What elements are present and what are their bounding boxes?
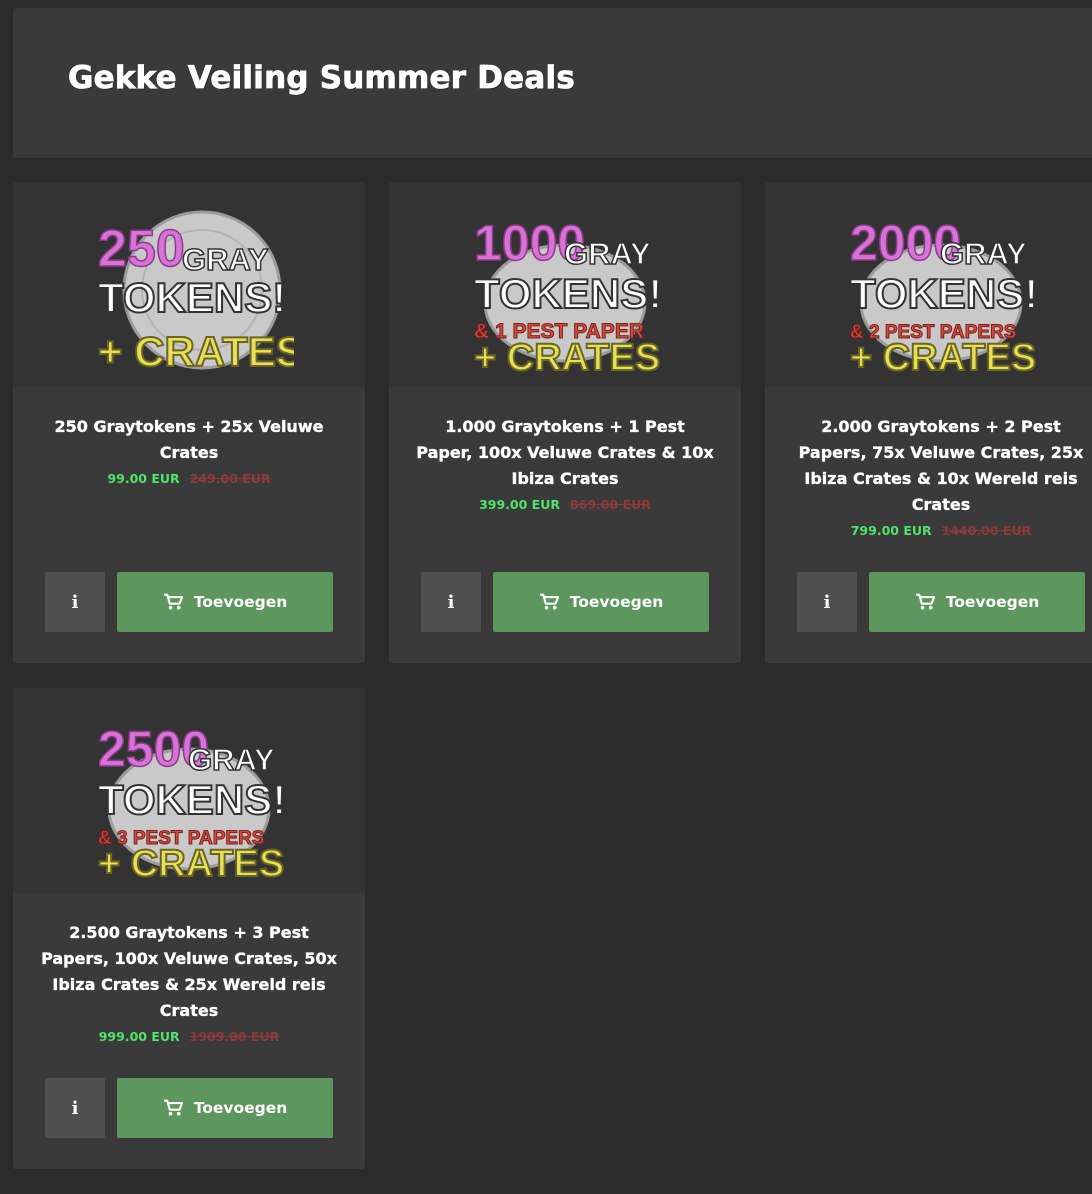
product-title: 250 Graytokens + 25x Veluwe Crates bbox=[54, 417, 324, 462]
product-image[interactable]: 2500 GRAY TOKENS! & 3 PEST PAPERS + CRAT… bbox=[13, 688, 365, 893]
price: 399.00 EUR bbox=[479, 497, 560, 512]
info-button[interactable]: i bbox=[797, 572, 857, 632]
cart-icon bbox=[915, 593, 935, 610]
old-price: 249.00 EUR bbox=[189, 471, 271, 486]
product-info: 250 Graytokens + 25x Veluwe Crates 99.00… bbox=[39, 414, 339, 492]
product-card: 2000 GRAY TOKENS! & 2 PEST PAPERS + CRAT… bbox=[765, 182, 1092, 663]
add-to-cart-button[interactable]: Toevoegen bbox=[869, 572, 1085, 632]
art-gray: GRAY bbox=[564, 236, 651, 271]
art-tokens: TOKENS! bbox=[850, 270, 1038, 317]
info-button[interactable]: i bbox=[45, 572, 105, 632]
price: 999.00 EUR bbox=[98, 1029, 180, 1044]
token-artwork: 250 GRAY TOKENS! + CRATES bbox=[97, 210, 294, 373]
price: 99.00 EUR bbox=[107, 471, 180, 486]
art-tokens: TOKENS! bbox=[474, 270, 662, 317]
page-header: Gekke Veiling Summer Deals bbox=[13, 8, 1092, 158]
add-button-label: Toevoegen bbox=[193, 593, 288, 611]
old-price: 1909.00 EUR bbox=[189, 1029, 280, 1044]
price-row: 99.00 EUR 249.00 EUR bbox=[39, 466, 339, 492]
old-price: 1440.00 EUR bbox=[941, 523, 1032, 538]
product-image[interactable]: 1000 GRAY TOKENS! & 1 PEST PAPER + CRATE… bbox=[389, 182, 741, 387]
art-crates: + CRATES bbox=[850, 337, 1036, 373]
product-title: 2.000 Graytokens + 2 Pest Papers, 75x Ve… bbox=[798, 417, 1084, 514]
price-row: 999.00 EUR 1909.00 EUR bbox=[39, 1024, 339, 1050]
art-crates: + CRATES bbox=[98, 328, 294, 373]
add-to-cart-button[interactable]: Toevoegen bbox=[117, 572, 333, 632]
product-image[interactable]: 2000 GRAY TOKENS! & 2 PEST PAPERS + CRAT… bbox=[765, 182, 1092, 387]
product-info: 1.000 Graytokens + 1 Pest Paper, 100x Ve… bbox=[415, 414, 715, 518]
art-gray: GRAY bbox=[188, 742, 275, 777]
art-tokens: TOKENS! bbox=[98, 274, 286, 321]
token-artwork: 2500 GRAY TOKENS! & 3 PEST PAPERS + CRAT… bbox=[97, 720, 287, 879]
info-button[interactable]: i bbox=[45, 1078, 105, 1138]
product-title: 2.500 Graytokens + 3 Pest Papers, 100x V… bbox=[41, 923, 337, 1020]
art-crates: + CRATES bbox=[98, 843, 284, 879]
product-card: 250 GRAY TOKENS! + CRATES 250 Graytokens… bbox=[13, 182, 365, 663]
page-title: Gekke Veiling Summer Deals bbox=[68, 60, 576, 97]
info-button[interactable]: i bbox=[421, 572, 481, 632]
cart-icon bbox=[163, 1099, 183, 1116]
add-to-cart-button[interactable]: Toevoegen bbox=[117, 1078, 333, 1138]
product-card: 1000 GRAY TOKENS! & 1 PEST PAPER + CRATE… bbox=[389, 182, 741, 663]
add-button-label: Toevoegen bbox=[193, 1099, 288, 1117]
cart-icon bbox=[163, 593, 183, 610]
product-image[interactable]: 250 GRAY TOKENS! + CRATES bbox=[13, 182, 365, 387]
cart-icon bbox=[539, 593, 559, 610]
product-info: 2.500 Graytokens + 3 Pest Papers, 100x V… bbox=[39, 920, 339, 1050]
product-info: 2.000 Graytokens + 2 Pest Papers, 75x Ve… bbox=[791, 414, 1091, 544]
art-gray: GRAY bbox=[940, 236, 1027, 271]
price-row: 799.00 EUR 1440.00 EUR bbox=[791, 518, 1091, 544]
old-price: 869.00 EUR bbox=[570, 497, 651, 512]
add-to-cart-button[interactable]: Toevoegen bbox=[493, 572, 709, 632]
product-title: 1.000 Graytokens + 1 Pest Paper, 100x Ve… bbox=[416, 417, 714, 488]
price-row: 399.00 EUR 869.00 EUR bbox=[415, 492, 715, 518]
add-button-label: Toevoegen bbox=[569, 593, 664, 611]
art-number: 250 bbox=[98, 220, 185, 278]
product-card: 2500 GRAY TOKENS! & 3 PEST PAPERS + CRAT… bbox=[13, 688, 365, 1169]
add-button-label: Toevoegen bbox=[945, 593, 1040, 611]
token-artwork: 1000 GRAY TOKENS! & 1 PEST PAPER + CRATE… bbox=[473, 214, 663, 373]
art-tokens: TOKENS! bbox=[98, 776, 286, 823]
token-artwork: 2000 GRAY TOKENS! & 2 PEST PAPERS + CRAT… bbox=[849, 214, 1039, 373]
art-crates: + CRATES bbox=[474, 337, 660, 373]
price: 799.00 EUR bbox=[850, 523, 932, 538]
art-gray: GRAY bbox=[182, 242, 269, 277]
